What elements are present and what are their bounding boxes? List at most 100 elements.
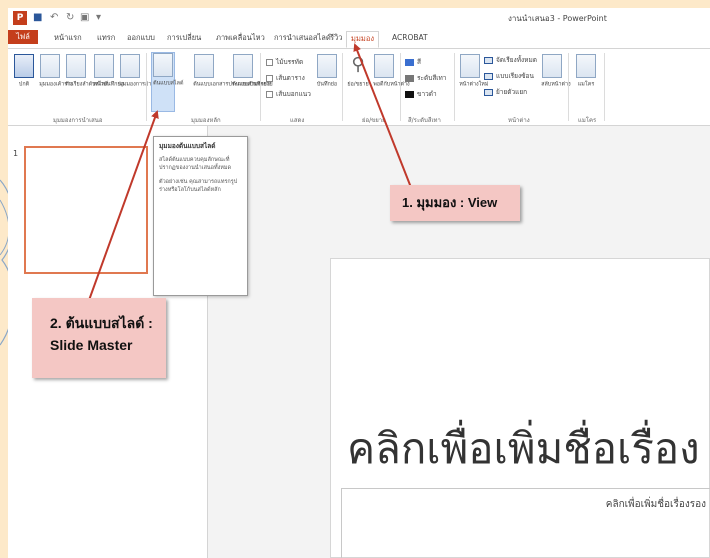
slide-master-tooltip: มุมมองต้นแบบสไลด์ สไลด์ต้นแบบควบคุมลักษณ… bbox=[153, 136, 248, 296]
macros-icon bbox=[576, 54, 596, 78]
outline-view-icon bbox=[40, 54, 60, 78]
group-separator bbox=[342, 53, 343, 121]
save-icon[interactable]: ■ bbox=[33, 11, 42, 25]
grayscale-label: ระดับสีเทา bbox=[417, 74, 447, 82]
normal-view-button[interactable]: ปกติ bbox=[12, 54, 36, 89]
move-split-label: ย้ายตัวแยก bbox=[496, 88, 528, 96]
grayscale-button[interactable]: ระดับสีเทา bbox=[405, 73, 446, 83]
gridlines-label: เส้นตาราง bbox=[276, 74, 305, 82]
callout-slide-master: 2. ต้นแบบสไลด์ : Slide Master bbox=[32, 298, 166, 378]
tab-slideshow[interactable]: การนำเสนอสไลด์ bbox=[270, 32, 335, 48]
zoom-group-label: ย่อ/ขยาย bbox=[362, 117, 386, 124]
tab-review[interactable]: รีวิว bbox=[326, 32, 346, 48]
black-white-button[interactable]: ขาวดำ bbox=[405, 89, 437, 99]
zoom-label: ย่อ/ขยาย bbox=[347, 81, 369, 88]
magnifier-icon: ⚲ bbox=[351, 54, 365, 75]
reading-view-label: มุมมองการอ่าน bbox=[119, 81, 155, 88]
outline-view-button[interactable]: มุมมองเค้าร่าง bbox=[38, 54, 73, 89]
group-separator bbox=[146, 53, 147, 121]
notes-page-button[interactable]: หน้าบันทึกย่อ bbox=[92, 54, 124, 89]
outline-view-label: มุมมองเค้าร่าง bbox=[39, 81, 73, 88]
slide-sorter-label: ตัวเรียงลำดับสไลด์ bbox=[65, 81, 109, 88]
tab-file[interactable]: ไฟล์ bbox=[8, 30, 38, 44]
tab-view[interactable]: มุมมอง bbox=[346, 31, 379, 48]
slide-thumbnail[interactable] bbox=[24, 146, 148, 274]
ribbon-view: ปกติ มุมมองเค้าร่าง ตัวเรียงลำดับสไลด์ ห… bbox=[8, 48, 710, 126]
slide-master-label: ต้นแบบสไลด์ bbox=[153, 80, 184, 87]
move-split-button[interactable]: ย้ายตัวแยก bbox=[484, 87, 527, 97]
arrange-all-button[interactable]: จัดเรียงทั้งหมด bbox=[484, 55, 537, 65]
notes-page-icon bbox=[94, 54, 114, 78]
group-separator bbox=[454, 53, 455, 121]
tab-design[interactable]: ออกแบบ bbox=[123, 32, 159, 48]
macros-label: แมโคร bbox=[577, 81, 595, 88]
reading-view-icon bbox=[120, 54, 140, 78]
notes-master-label: ต้นแบบบันทึกย่อ bbox=[232, 81, 271, 88]
arrange-all-icon bbox=[484, 56, 493, 64]
zoom-button[interactable]: ⚲ ย่อ/ขยาย bbox=[346, 54, 370, 89]
more-icon[interactable]: ▾ bbox=[96, 11, 101, 25]
tab-transitions[interactable]: การเปลี่ยน bbox=[163, 32, 205, 48]
normal-view-icon bbox=[14, 54, 34, 78]
black-white-swatch-icon bbox=[405, 90, 414, 98]
subtitle-placeholder[interactable]: คลิกเพื่อเพิ่มชื่อเรื่องรอง bbox=[341, 488, 710, 558]
new-window-button[interactable]: หน้าต่างใหม่ bbox=[458, 54, 489, 89]
guides-checkbox[interactable]: เส้นบอกแนว bbox=[266, 89, 311, 99]
fit-to-window-label: พอดีกับหน้าต่าง bbox=[373, 81, 410, 88]
macros-group-label: แมโคร bbox=[578, 117, 597, 124]
tooltip-title: มุมมองต้นแบบสไลด์ bbox=[159, 142, 216, 150]
tab-acrobat[interactable]: ACROBAT bbox=[388, 32, 432, 48]
show-group-label: แสดง bbox=[290, 117, 305, 124]
undo-icon[interactable]: ↶ bbox=[50, 11, 58, 25]
macros-button[interactable]: แมโคร bbox=[574, 54, 598, 89]
color-group-label: สี/ระดับสีเทา bbox=[408, 117, 441, 124]
gridlines-checkbox[interactable]: เส้นตาราง bbox=[266, 73, 305, 83]
black-white-label: ขาวดำ bbox=[417, 90, 437, 98]
cascade-label: แบบเรียงซ้อน bbox=[496, 72, 534, 80]
callout-master-line1: 2. ต้นแบบสไลด์ : bbox=[50, 315, 153, 331]
switch-windows-button[interactable]: สลับหน้าต่าง bbox=[540, 54, 571, 89]
powerpoint-logo-icon: P bbox=[13, 11, 27, 25]
notes-page-label: หน้าบันทึกย่อ bbox=[93, 81, 124, 88]
slide-number: 1 bbox=[13, 149, 19, 158]
notes-label: บันทึกย่อ bbox=[316, 81, 338, 88]
notes-button[interactable]: บันทึกย่อ bbox=[315, 54, 339, 89]
slide-sorter-button[interactable]: ตัวเรียงลำดับสไลด์ bbox=[64, 54, 109, 89]
tab-home[interactable]: หน้าแรก bbox=[50, 32, 86, 48]
ruler-checkbox[interactable]: ไม้บรรทัด bbox=[266, 57, 303, 67]
group-separator bbox=[260, 53, 261, 121]
grayscale-swatch-icon bbox=[405, 74, 414, 82]
new-window-icon bbox=[460, 54, 480, 78]
callout-master-line2: Slide Master bbox=[50, 337, 133, 353]
slide-master-button[interactable]: ต้นแบบสไลด์ bbox=[151, 52, 184, 112]
presentation-views-group-label: มุมมองการนำเสนอ bbox=[53, 117, 103, 124]
fit-to-window-button[interactable]: พอดีกับหน้าต่าง bbox=[372, 54, 410, 89]
title-placeholder[interactable]: คลิกเพื่อเพิ่มชื่อเรื่อง bbox=[347, 419, 710, 479]
normal-view-label: ปกติ bbox=[18, 81, 30, 88]
title-bar: P ■ ↶ ↻ ▣ ▾ งานนำเสนอ3 - PowerPoint bbox=[8, 8, 710, 28]
color-button[interactable]: สี bbox=[405, 57, 421, 67]
color-swatch-icon bbox=[405, 58, 414, 66]
handout-master-button[interactable]: ต้นแบบเอกสารประกอบคำบรรยาย bbox=[192, 54, 273, 89]
slide-page[interactable]: คลิกเพื่อเพิ่มชื่อเรื่อง คลิกเพื่อเพิ่มช… bbox=[330, 258, 710, 558]
slide-master-icon bbox=[153, 53, 173, 77]
handout-master-label: ต้นแบบเอกสารประกอบคำบรรยาย bbox=[193, 81, 273, 88]
fit-to-window-icon bbox=[374, 54, 394, 78]
redo-icon[interactable]: ↻ bbox=[66, 11, 74, 25]
switch-windows-label: สลับหน้าต่าง bbox=[541, 81, 571, 88]
slideshow-icon[interactable]: ▣ bbox=[80, 11, 89, 25]
callout-view: 1. มุมมอง : View bbox=[390, 185, 520, 221]
cascade-button[interactable]: แบบเรียงซ้อน bbox=[484, 71, 534, 81]
reading-view-button[interactable]: มุมมองการอ่าน bbox=[118, 54, 155, 89]
slide-sorter-icon bbox=[66, 54, 86, 78]
handout-master-icon bbox=[194, 54, 214, 78]
move-split-icon bbox=[484, 88, 493, 96]
tooltip-example: ตัวอย่างเช่น คุณสามารถแทรกรูปร่างหรือโลโ… bbox=[159, 179, 238, 193]
guides-label: เส้นบอกแนว bbox=[276, 90, 311, 98]
group-separator bbox=[568, 53, 569, 121]
new-window-label: หน้าต่างใหม่ bbox=[459, 81, 489, 88]
group-separator bbox=[400, 53, 401, 121]
tab-insert[interactable]: แทรก bbox=[93, 32, 119, 48]
notes-master-button[interactable]: ต้นแบบบันทึกย่อ bbox=[231, 54, 271, 89]
tab-animations[interactable]: ภาพเคลื่อนไหว bbox=[212, 32, 269, 48]
